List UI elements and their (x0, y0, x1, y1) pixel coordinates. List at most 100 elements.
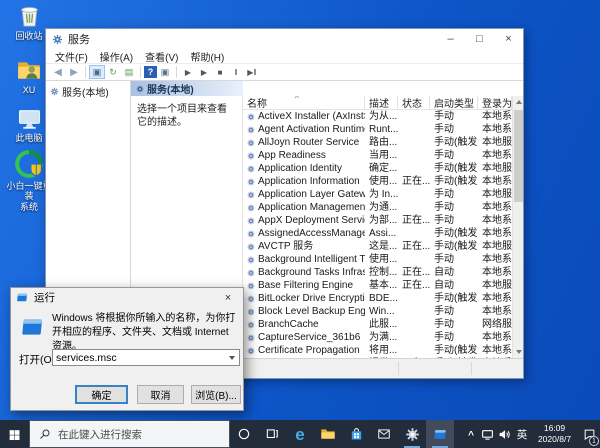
service-description: 使用... (369, 176, 398, 187)
service-row[interactable]: App Readiness 当用... 手动 本地系统 (243, 149, 523, 162)
maximize-button[interactable]: □ (465, 29, 494, 49)
clock-date: 2020/8/7 (537, 434, 572, 444)
back-icon[interactable]: ◀ (50, 65, 66, 79)
browse-button[interactable]: 浏览(B)... (191, 385, 241, 404)
close-button[interactable]: × (494, 29, 523, 49)
network-tray-button[interactable] (479, 420, 496, 448)
scroll-down-icon[interactable] (513, 346, 523, 358)
open-combobox[interactable] (52, 349, 240, 366)
file-explorer-button[interactable] (314, 420, 342, 448)
service-row[interactable]: Background Intelligent T... 使用... 手动 本地系… (243, 253, 523, 266)
search-placeholder: 在此键入进行搜索 (58, 428, 142, 441)
column-header-description[interactable]: 描述 (365, 96, 398, 109)
service-startup-type: 手动 (434, 254, 454, 265)
service-row[interactable]: Application Identity 确定... 手动(触发... 本地服务 (243, 162, 523, 175)
taskbar-search[interactable]: 在此键入进行搜索 (29, 420, 230, 448)
service-logon-as: 本地系统 (482, 124, 512, 135)
input-language-indicator[interactable]: 英 (513, 420, 531, 448)
scroll-up-icon[interactable] (513, 96, 523, 108)
service-row[interactable]: Application Layer Gatewa... 为 In... 手动 本… (243, 188, 523, 201)
cortana-button[interactable] (230, 420, 258, 448)
run-taskbar-button[interactable] (426, 420, 454, 448)
menu-item[interactable]: 操作(A) (94, 49, 139, 64)
action-center-button[interactable]: 1 (578, 420, 600, 448)
hidden-icons-chevron[interactable]: ^ (463, 420, 479, 448)
vertical-scrollbar[interactable] (512, 96, 523, 358)
taskbar-clock[interactable]: 16:09 2020/8/7 (531, 420, 578, 448)
edge-button[interactable]: e (286, 420, 314, 448)
column-header-startup-type[interactable]: 启动类型 (430, 96, 478, 109)
open-input[interactable] (53, 351, 225, 364)
minimize-button[interactable]: – (436, 29, 465, 49)
service-startup-type: 自动 (434, 280, 454, 291)
volume-tray-button[interactable] (496, 420, 513, 448)
volume-icon (498, 428, 511, 441)
service-row[interactable]: Agent Activation Runtime... Runt... 手动 本… (243, 123, 523, 136)
store-button[interactable] (342, 420, 370, 448)
tree-item-services-local[interactable]: 服务(本地) (50, 84, 130, 99)
help-icon[interactable]: ? (144, 66, 157, 78)
service-row[interactable]: AVCTP 服务 这是... 正在... 手动(触发... 本地服务 (243, 240, 523, 253)
console-tree-icon[interactable]: ▣ (89, 65, 105, 79)
column-header-logon-as[interactable]: 登录为 (478, 96, 512, 109)
service-row[interactable]: AppX Deployment Servic... 为部... 正在... 手动… (243, 214, 523, 227)
service-startup-type: 手动 (434, 332, 454, 343)
service-logon-as: 本地系统 (482, 332, 512, 343)
service-row[interactable]: CaptureService_361b6 为满... 手动 本地系统 (243, 331, 523, 344)
service-row[interactable]: BranchCache 此服... 手动 网络服务 (243, 318, 523, 331)
service-logon-as: 本地系统 (482, 228, 512, 239)
taskbar: 在此键入进行搜索 e ^ 英 16:09 2020/8/7 1 (0, 420, 600, 448)
service-row[interactable]: Application Management 为通... 手动 本地系统 (243, 201, 523, 214)
desktop: 回收站 XU 此电脑 小白一键重装 系统 服务 – □ × 文件(F) 操作(A)… (0, 0, 600, 448)
mail-icon (377, 427, 391, 441)
service-name: AVCTP 服务 (258, 241, 314, 252)
services-taskbar-button[interactable] (398, 420, 426, 448)
mail-button[interactable] (370, 420, 398, 448)
service-row[interactable]: AssignedAccessManager... Assi... 手动(触发..… (243, 227, 523, 240)
cancel-button[interactable]: 取消 (137, 385, 184, 404)
service-row[interactable]: Background Tasks Infras... 控制... 正在... 自… (243, 266, 523, 279)
ok-button[interactable]: 确定 (75, 385, 128, 404)
refresh-icon[interactable]: ↻ (105, 65, 121, 79)
service-description: 为部... (369, 215, 398, 226)
run-titlebar[interactable]: 运行 × (11, 288, 243, 307)
service-status: 正在... (402, 267, 430, 278)
service-description: 确定... (369, 163, 398, 174)
start-service-icon[interactable]: ▶ (180, 65, 196, 79)
list-column-headers: 名称 ^ 描述 状态 启动类型 登录为 (243, 96, 523, 110)
stop-service-icon[interactable]: ■ (212, 65, 228, 79)
export-list-icon[interactable]: ▤ (121, 65, 137, 79)
service-description: 基本... (369, 280, 398, 291)
service-row[interactable]: Base Filtering Engine 基本... 正在... 自动 本地服… (243, 279, 523, 292)
service-row[interactable]: Certificate Propagation 将用... 手动(触发... 本… (243, 344, 523, 357)
service-icon (247, 256, 255, 264)
service-logon-as: 网络服务 (482, 319, 512, 330)
resume-service-icon[interactable]: ▶ (196, 65, 212, 79)
column-header-status[interactable]: 状态 (398, 96, 430, 109)
service-row[interactable]: ActiveX Installer (AxInstSV) 为从... 手动 本地… (243, 110, 523, 123)
service-logon-as: 本地系统 (482, 176, 512, 187)
menu-item[interactable]: 帮助(H) (184, 49, 230, 64)
start-button[interactable] (0, 420, 29, 448)
run-close-icon[interactable]: × (213, 288, 243, 307)
scrollbar-thumb[interactable] (514, 110, 523, 202)
task-view-button[interactable] (258, 420, 286, 448)
menu-item[interactable]: 查看(V) (139, 49, 184, 64)
combo-dropdown-icon[interactable] (225, 355, 239, 360)
forward-icon[interactable]: ▶ (66, 65, 82, 79)
service-status: 正在... (402, 280, 430, 291)
service-description: 路由... (369, 137, 398, 148)
show-window-icon[interactable]: ▣ (157, 65, 173, 79)
service-row[interactable]: AllJoyn Router Service 路由... 手动(触发... 本地… (243, 136, 523, 149)
pause-service-icon[interactable]: ‖ (228, 65, 244, 79)
service-row[interactable]: Block Level Backup Engi... Win... 手动 本地系… (243, 305, 523, 318)
restart-service-icon[interactable]: ▶‖ (244, 65, 260, 79)
column-header-name[interactable]: 名称 ^ (243, 96, 365, 109)
service-startup-type: 手动 (434, 319, 454, 330)
service-row[interactable]: BitLocker Drive Encryptio... BDE... 手动(触… (243, 292, 523, 305)
service-description: 为通... (369, 202, 398, 213)
service-row[interactable]: Application Information 使用... 正在... 手动(触… (243, 175, 523, 188)
menu-item[interactable]: 文件(F) (49, 49, 94, 64)
service-icon (247, 243, 255, 251)
services-titlebar[interactable]: 服务 – □ × (46, 29, 523, 49)
